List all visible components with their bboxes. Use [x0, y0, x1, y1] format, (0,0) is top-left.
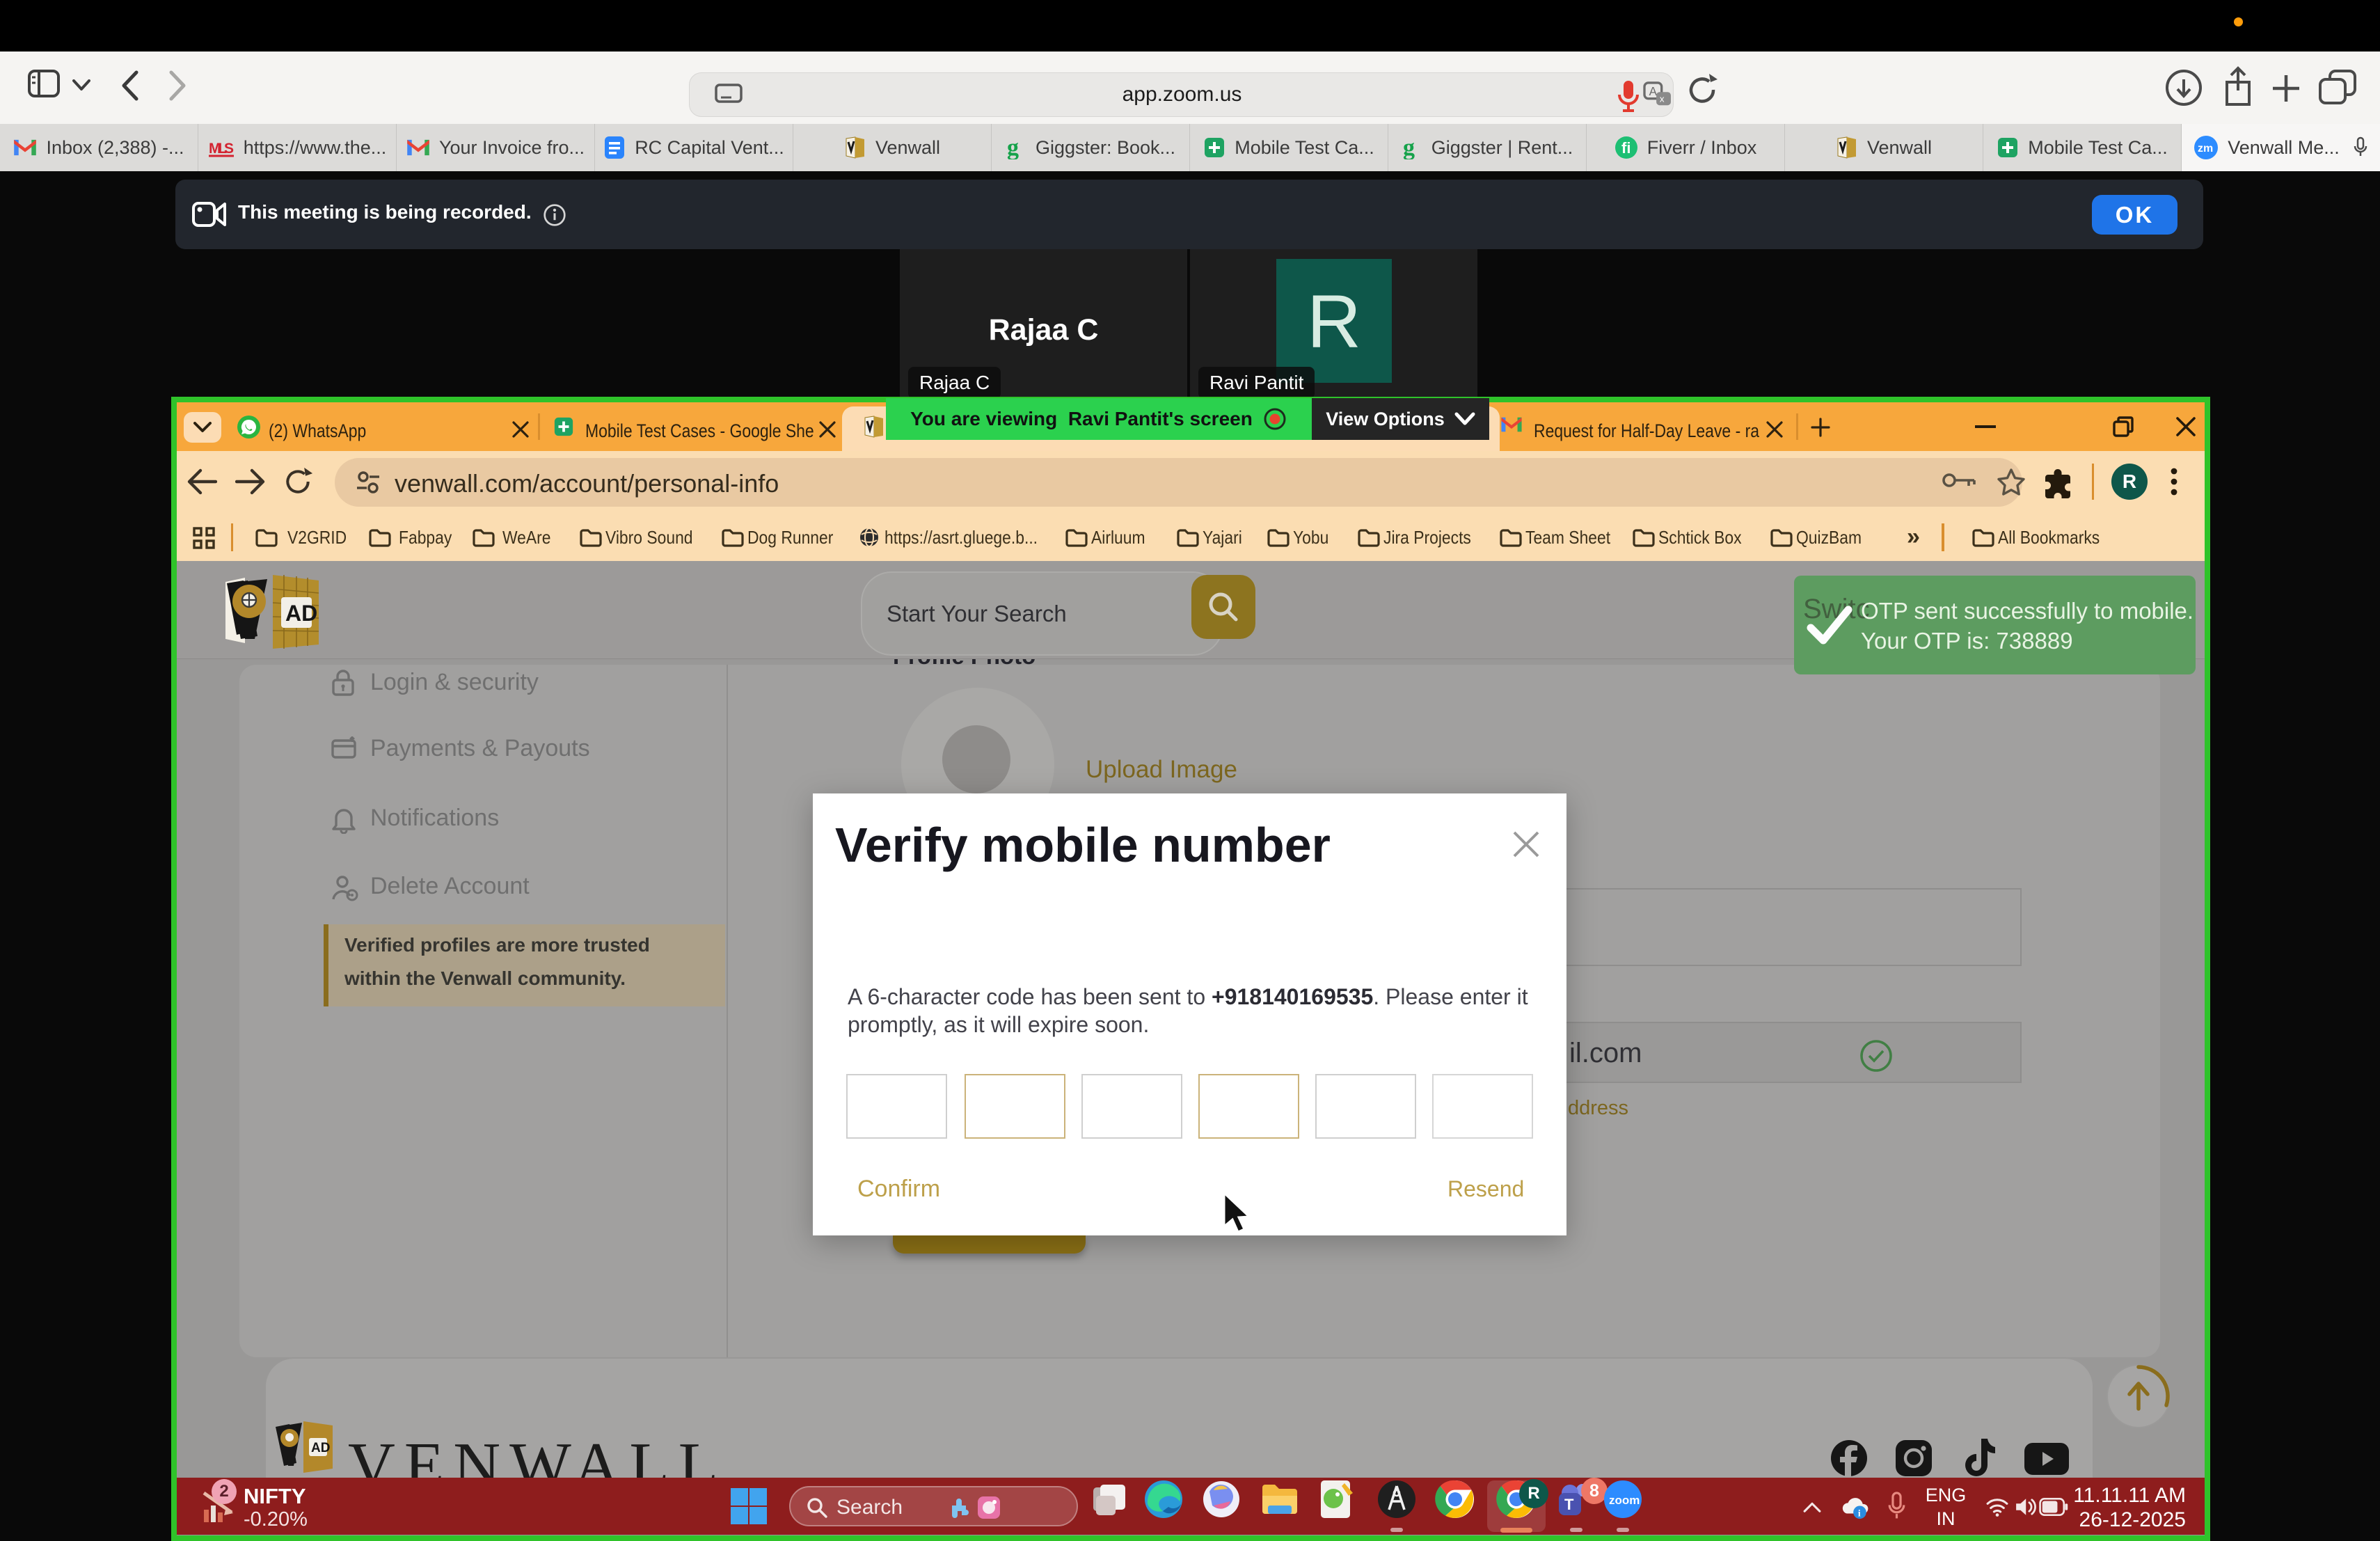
svg-text:zm: zm	[2198, 143, 2213, 155]
svg-text:fi: fi	[1621, 139, 1631, 157]
svg-text:g: g	[1007, 136, 1019, 159]
svg-text:AD: AD	[285, 601, 317, 626]
svg-text:MLS: MLS	[209, 141, 234, 157]
svg-text:zoom: zoom	[1609, 1494, 1640, 1507]
svg-text:x: x	[1660, 93, 1665, 104]
svg-text:g: g	[1403, 136, 1415, 159]
svg-text:A: A	[1649, 85, 1658, 98]
svg-text:i: i	[1858, 1508, 1861, 1519]
svg-text:AD: AD	[311, 1441, 330, 1455]
svg-text:T: T	[1564, 1496, 1574, 1513]
